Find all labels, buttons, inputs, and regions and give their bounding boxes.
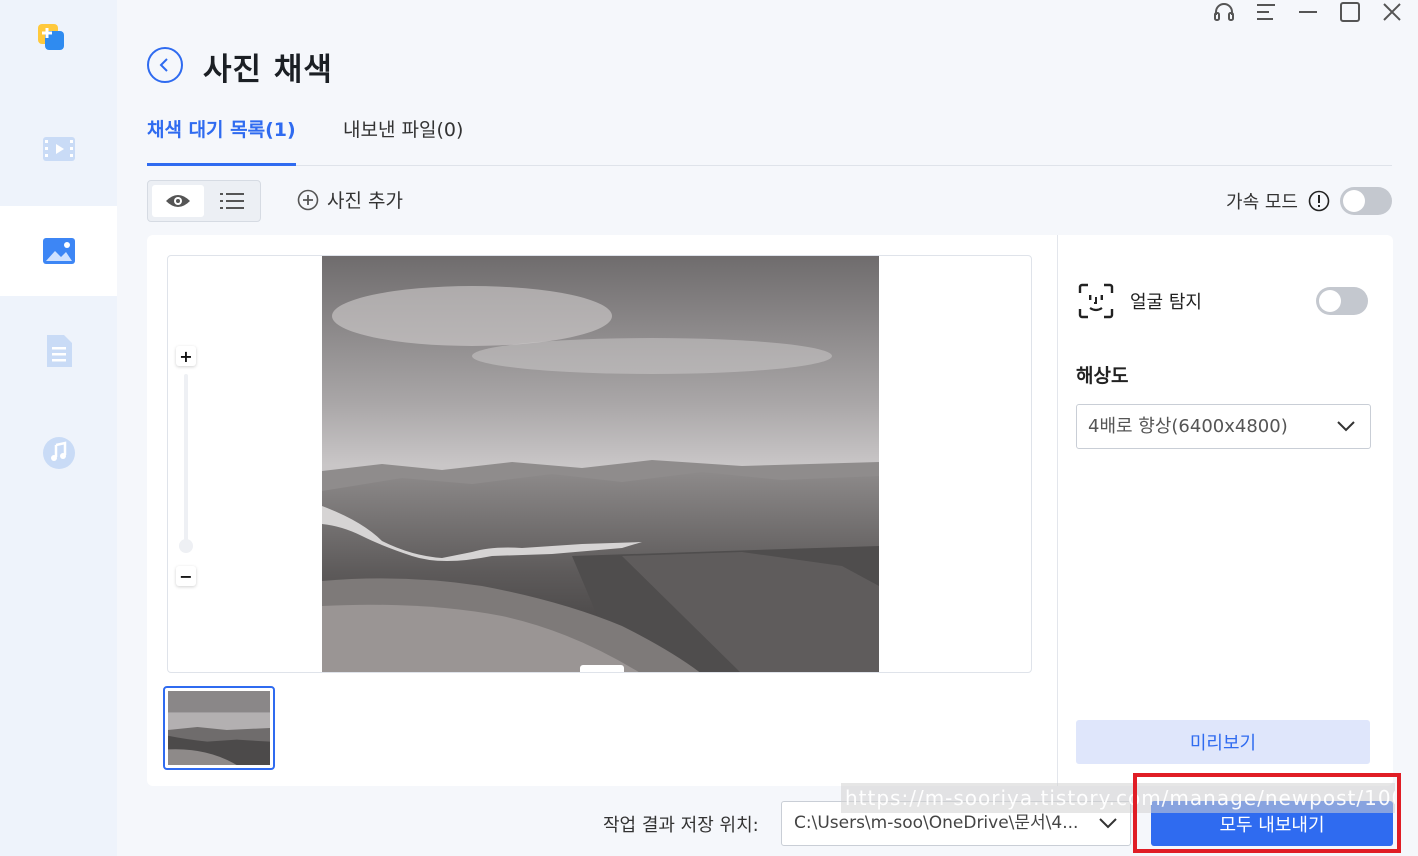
zoom-out-button[interactable]: −: [176, 566, 196, 586]
preview-view-button[interactable]: [152, 185, 204, 217]
preview-button[interactable]: 미리보기: [1076, 720, 1370, 764]
app-logo-icon: [36, 22, 66, 52]
back-button[interactable]: [147, 47, 183, 83]
accel-mode-label: 가속 모드: [1226, 192, 1298, 213]
accel-mode: 가속 모드: [1226, 187, 1392, 215]
tab-exported-files[interactable]: 내보낸 파일(0): [343, 113, 463, 163]
plus-circle-icon: [297, 189, 319, 210]
add-photo-label: 사진 추가: [327, 190, 403, 212]
image-preview: + −: [167, 255, 1032, 673]
highlight-box: [1133, 773, 1401, 853]
sidebar-item-image[interactable]: [0, 206, 117, 296]
thumbnail-image: [168, 691, 270, 765]
main-area: 사진 채색 채색 대기 목록(1) 내보낸 파일(0) 사진 추가 가속 모드: [117, 0, 1418, 856]
resolution-value: 4배로 향상(6400x4800): [1088, 416, 1288, 437]
face-detection-toggle[interactable]: [1316, 287, 1368, 315]
view-mode-toggle: [147, 180, 261, 222]
face-detection-row: 얼굴 탐지: [1078, 283, 1368, 319]
resolution-title: 해상도: [1076, 365, 1129, 387]
tab-bar: 채색 대기 목록(1) 내보낸 파일(0): [147, 113, 1392, 166]
sidebar-item-video[interactable]: [0, 104, 117, 194]
save-location-label: 작업 결과 저장 위치:: [603, 815, 759, 836]
chevron-left-icon: [159, 58, 168, 72]
maximize-icon[interactable]: [1338, 0, 1362, 24]
thumbnail-item[interactable]: [163, 686, 275, 770]
resolution-select[interactable]: 4배로 향상(6400x4800): [1076, 404, 1371, 449]
video-icon: [42, 137, 75, 161]
list-icon: [220, 193, 244, 209]
content-card: + − 얼굴 탐지 해상도 4배로 향상(6400x4800) 미리보기: [147, 235, 1393, 786]
headset-icon[interactable]: [1212, 0, 1236, 24]
list-view-button[interactable]: [206, 185, 258, 217]
minimize-icon[interactable]: [1296, 0, 1320, 24]
document-icon: [46, 335, 72, 367]
add-photo-button[interactable]: 사진 추가: [297, 186, 403, 213]
settings-panel: 얼굴 탐지 해상도 4배로 향상(6400x4800) 미리보기: [1057, 235, 1394, 786]
chevron-down-icon: [580, 670, 624, 673]
chevron-down-icon: [1099, 818, 1117, 829]
accel-mode-toggle[interactable]: [1340, 187, 1392, 215]
eye-icon: [166, 195, 190, 207]
face-detection-label: 얼굴 탐지: [1130, 292, 1202, 313]
info-icon[interactable]: [1308, 190, 1330, 212]
zoom-in-button[interactable]: +: [176, 346, 196, 366]
tab-colorize-queue[interactable]: 채색 대기 목록(1): [147, 113, 296, 166]
collapse-thumbnails-tab[interactable]: [580, 665, 624, 673]
sidebar-item-document[interactable]: [0, 306, 117, 396]
menu-icon[interactable]: [1254, 0, 1278, 24]
window-controls: [1212, 0, 1404, 24]
zoom-slider-track[interactable]: [184, 374, 188, 552]
music-icon: [42, 437, 75, 469]
preview-image: [322, 256, 879, 672]
face-scan-icon: [1078, 283, 1114, 319]
chevron-down-icon: [1337, 421, 1355, 432]
close-icon[interactable]: [1380, 0, 1404, 24]
save-path-value: C:\Users\m-soo\OneDrive\문서\4...: [794, 813, 1079, 833]
zoom-slider-knob[interactable]: [179, 539, 193, 553]
image-icon: [42, 238, 75, 264]
sidebar-item-music[interactable]: [0, 408, 117, 498]
sidebar: [0, 0, 117, 856]
page-title: 사진 채색: [203, 52, 333, 88]
